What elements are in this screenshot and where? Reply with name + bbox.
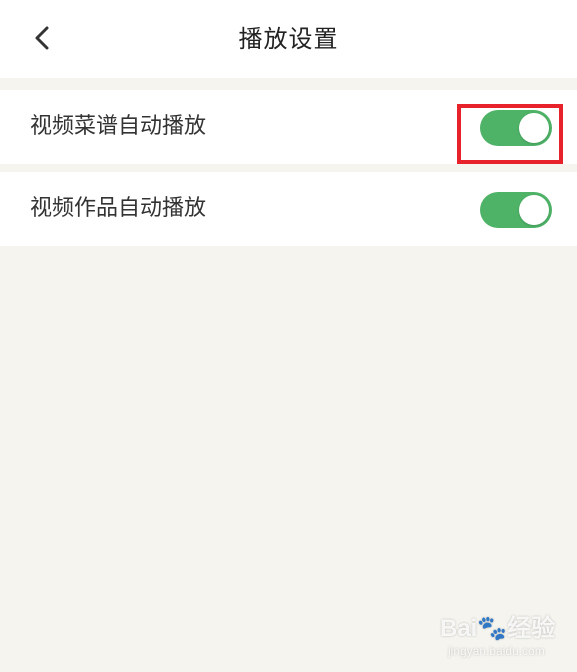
toggle-knob [519, 195, 549, 225]
header-divider [0, 78, 577, 90]
setting-row-video-recipe-autoplay: 视频菜谱自动播放 [0, 90, 577, 164]
watermark-brand: Bai🐾经验 [440, 615, 556, 642]
settings-list: 视频菜谱自动播放 视频作品自动播放 [0, 90, 577, 246]
video-recipe-autoplay-toggle[interactable] [480, 110, 552, 146]
setting-label: 视频菜谱自动播放 [30, 114, 207, 139]
toggle-knob [519, 113, 549, 143]
video-works-autoplay-toggle[interactable] [480, 192, 552, 228]
watermark-url: jingyan.baidu.com [448, 644, 545, 658]
setting-row-video-works-autoplay: 视频作品自动播放 [0, 172, 577, 246]
row-separator [0, 164, 577, 172]
header-bar: 播放设置 [0, 0, 577, 78]
page-title: 播放设置 [238, 25, 339, 53]
setting-label: 视频作品自动播放 [30, 196, 207, 221]
baidu-jingyan-watermark: Bai🐾经验 jingyan.baidu.com [440, 608, 570, 668]
